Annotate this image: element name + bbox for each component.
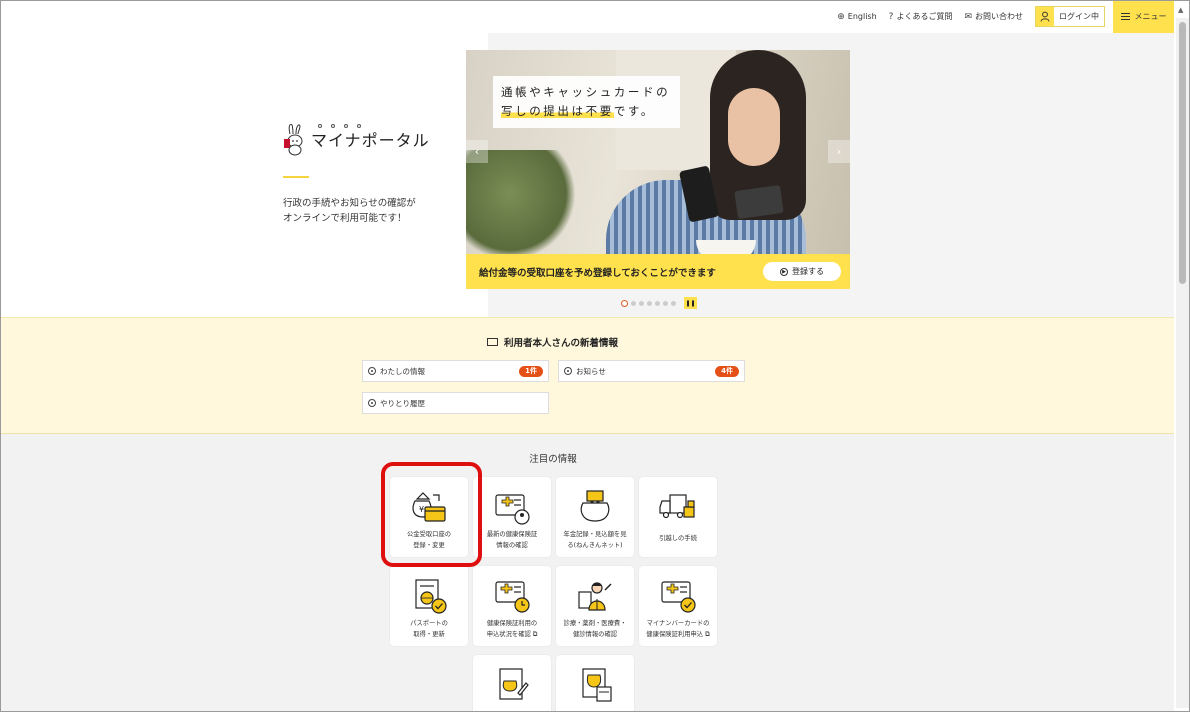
- news-item-label: やりとり履歴: [380, 398, 425, 408]
- carousel-dot[interactable]: [655, 300, 660, 306]
- external-window-icon: ⧉: [532, 631, 538, 638]
- tile-label: マイナンバーカードの 健康保険証利用申込 ⧉: [646, 620, 710, 638]
- tile-label: 健康保険証利用の 申込状況を確認 ⧉: [486, 620, 538, 638]
- carousel-dot[interactable]: [631, 300, 636, 306]
- top-nav: ⊕ English ? よくあるご質問 ✉ お問い合わせ ログイン中 メニュー: [837, 0, 1174, 33]
- tile-passport[interactable]: パスポートの 取得・更新: [390, 566, 468, 646]
- tile-health-insurance-info[interactable]: 最新の健康保険証 情報の確認: [473, 477, 551, 557]
- menu-label: メニュー: [1134, 12, 1167, 21]
- pause-button[interactable]: ❚❚: [684, 297, 697, 309]
- count-badge: 4件: [715, 365, 739, 377]
- news-item-my-info[interactable]: わたしの情報 1件: [362, 360, 549, 382]
- question-icon: ?: [888, 11, 894, 22]
- login-button[interactable]: ログイン中: [1035, 6, 1105, 27]
- tile-label: 年金記録・見込額を見 る(ねんきんネット): [563, 531, 627, 549]
- news-heading: 利用者本人さんの新着情報: [487, 335, 618, 349]
- tile-label: 引越しの手続: [659, 535, 697, 542]
- tagline-line1: 行政の手続やお知らせの確認が: [283, 198, 416, 209]
- mail-icon: ✉: [964, 11, 972, 22]
- chevron-right-icon: ›: [836, 145, 842, 158]
- tile-pension-records[interactable]: 年金記録・見込額を見 る(ねんきんネット): [556, 477, 634, 557]
- page-scrollbar[interactable]: ▲ ▼: [1176, 6, 1189, 712]
- circle-arrow-icon: [368, 399, 376, 407]
- carousel-caption-bar: 給付金等の受取口座を予め登録しておくことができます ▶ 登録する: [466, 254, 850, 289]
- rabbit-mascot-icon: [283, 122, 307, 156]
- tile-money-calculator[interactable]: [556, 655, 634, 712]
- hamburger-icon: [1120, 13, 1130, 20]
- external-window-icon: ⧉: [705, 631, 710, 638]
- passport-icon: [390, 576, 468, 616]
- tile-medical-info[interactable]: 診療・薬剤・医療費・ 健診情報の確認: [556, 566, 634, 646]
- login-label: ログイン中: [1059, 12, 1099, 21]
- news-item-label: わたしの情報: [380, 366, 425, 376]
- document-purse-icon: [473, 665, 551, 705]
- tile-public-fund-account[interactable]: ¥ 公金受取口座の 登録・変更: [390, 477, 468, 557]
- contact-link[interactable]: ✉ お問い合わせ: [964, 11, 1023, 22]
- register-button[interactable]: ▶ 登録する: [763, 262, 841, 281]
- count-badge: 1件: [519, 365, 543, 377]
- featured-title: 注目の情報: [529, 454, 577, 465]
- menu-button[interactable]: メニュー: [1113, 0, 1174, 33]
- carousel-message: 通帳やキャッシュカードの 写しの提出は不要です。: [493, 76, 681, 128]
- news-item-label: お知らせ: [576, 366, 606, 376]
- tile-label: 診療・薬剤・医療費・ 健診情報の確認: [563, 620, 627, 638]
- tile-mynumber-insurance-application[interactable]: マイナンバーカードの 健康保険証利用申込 ⧉: [639, 566, 717, 646]
- english-label: English: [847, 12, 877, 21]
- tile-moving-procedure[interactable]: 引越しの手続: [639, 477, 717, 557]
- tile-label: 公金受取口座の 登録・変更: [406, 531, 452, 549]
- svg-text:¥: ¥: [419, 505, 424, 514]
- circle-arrow-icon: [368, 367, 376, 375]
- news-item-notices[interactable]: お知らせ 4件: [558, 360, 745, 382]
- tile-label: 最新の健康保険証 情報の確認: [486, 531, 538, 549]
- carousel-indicators: ❚❚: [621, 297, 697, 309]
- carousel-next-button[interactable]: ›: [828, 140, 850, 163]
- message-line1: 通帳やキャッシュカードの: [501, 85, 671, 99]
- moving-truck-icon: [639, 487, 717, 527]
- logo-text: マイナポータル: [311, 131, 430, 150]
- hero-carousel[interactable]: 通帳やキャッシュカードの 写しの提出は不要です。 ‹ › 給付金等の受取口座を予…: [466, 50, 850, 289]
- register-label: 登録する: [792, 267, 824, 276]
- tile-insurance-application-status[interactable]: 健康保険証利用の 申込状況を確認 ⧉: [473, 566, 551, 646]
- logo-underline: [283, 176, 309, 178]
- scroll-up-icon[interactable]: ▲: [1178, 6, 1183, 14]
- envelope-icon: [487, 338, 498, 346]
- chevron-left-icon: ‹: [474, 145, 480, 158]
- health-card-check-icon: [639, 576, 717, 616]
- play-circle-icon: ▶: [780, 267, 788, 276]
- user-icon: [1036, 7, 1054, 26]
- carousel-prev-button[interactable]: ‹: [466, 140, 488, 163]
- carousel-dot[interactable]: [621, 299, 628, 307]
- doctor-icon: [556, 576, 634, 616]
- carousel-dot[interactable]: [671, 300, 676, 306]
- carousel-dot[interactable]: [639, 300, 644, 306]
- health-card-clock-icon: [473, 576, 551, 616]
- news-title: 利用者本人さんの新着情報: [504, 338, 619, 349]
- globe-icon: ⊕: [837, 11, 845, 22]
- money-calculator-icon: [556, 665, 634, 705]
- tagline-line2: オンラインで利用可能です！: [283, 213, 407, 224]
- tile-document-purse[interactable]: [473, 655, 551, 712]
- health-card-icon: [473, 487, 551, 527]
- pause-icon: ❚❚: [685, 299, 696, 307]
- faq-label: よくあるご質問: [896, 12, 953, 21]
- pension-purse-icon: [556, 487, 634, 527]
- faq-link[interactable]: ? よくあるご質問: [889, 11, 953, 22]
- carousel-dot[interactable]: [647, 300, 652, 306]
- tagline: 行政の手続やお知らせの確認が オンラインで利用可能です！: [283, 196, 416, 226]
- tile-label: パスポートの 取得・更新: [410, 620, 448, 638]
- carousel-dot[interactable]: [663, 300, 668, 306]
- english-link[interactable]: ⊕ English: [837, 12, 876, 22]
- money-bag-card-icon: ¥: [390, 487, 468, 527]
- contact-label: お問い合わせ: [975, 12, 1023, 21]
- message-line2-rest: です。: [613, 104, 655, 118]
- carousel-caption: 給付金等の受取口座を予め登録しておくことができます: [479, 267, 716, 279]
- circle-arrow-icon: [564, 367, 572, 375]
- scrollbar-thumb[interactable]: [1179, 22, 1186, 284]
- logo-dots-decoration: [318, 124, 361, 128]
- news-item-history[interactable]: やりとり履歴: [362, 392, 549, 414]
- message-highlight: 写しの提出は不要: [501, 104, 614, 118]
